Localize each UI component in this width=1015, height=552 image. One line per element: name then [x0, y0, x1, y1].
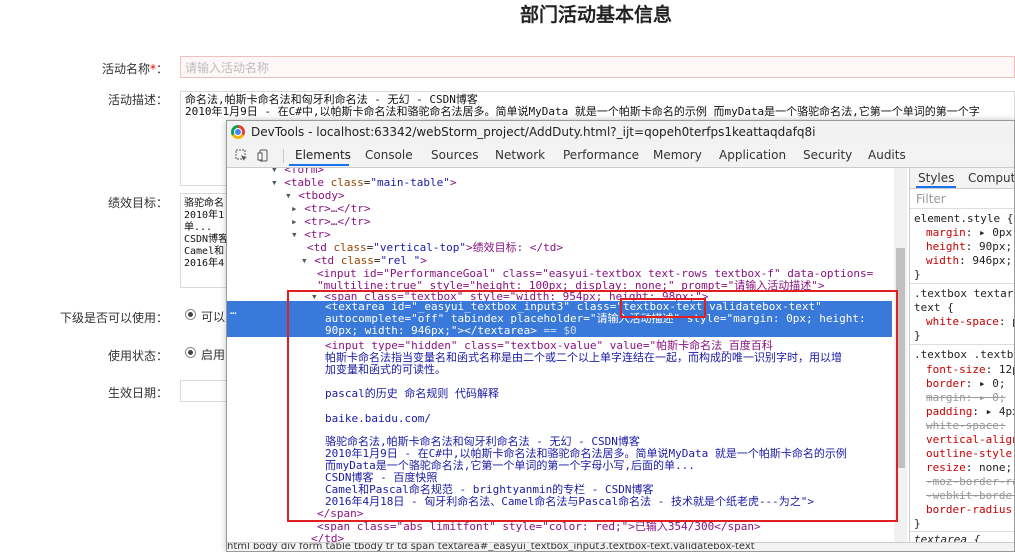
perf-line: 骆驼命名 [184, 198, 224, 209]
style-declaration[interactable]: width: 946px; [926, 254, 1012, 267]
divider [910, 344, 1014, 345]
tab-elements[interactable]: Elements [295, 148, 351, 162]
style-declaration[interactable]: border-radius [926, 503, 1012, 516]
status-radio[interactable] [185, 347, 196, 358]
style-declaration[interactable]: border: ▸ 0; [926, 377, 1006, 390]
style-declaration[interactable]: padding: ▸ 4px; [926, 405, 1014, 418]
dom-node[interactable]: ▸ <tr>…</tr> [291, 203, 370, 215]
effective-date-label: 生效日期： [107, 386, 168, 400]
perf-line: 2016年4 [184, 258, 225, 269]
more-options-icon[interactable]: … [230, 304, 237, 317]
style-rule-close: } [914, 329, 921, 342]
tab-computed[interactable]: Computed [968, 171, 1014, 185]
desc-line: 2010年1月9日 - 在C#中,以帕斯卡命名法和骆驼命名法居多。简单说MyDa… [185, 105, 980, 118]
style-declaration[interactable]: margin: ▸ 0px; [926, 226, 1014, 239]
styles-filter-input[interactable]: Filter [916, 192, 946, 206]
tab-network[interactable]: Network [495, 148, 545, 162]
status-option: 启用 [201, 348, 226, 362]
style-rule-selector: element.style { [914, 212, 1014, 225]
style-rule-selector: .textbox textarea [914, 287, 1014, 300]
page-title: 部门活动基本信息 [520, 4, 673, 26]
effective-date-input[interactable] [180, 380, 230, 402]
perf-line: 单... [184, 222, 213, 233]
toolbar-divider [283, 149, 284, 163]
annotation-box-large [287, 290, 898, 522]
styles-tabbar: Styles Computed [910, 168, 1014, 189]
devtools-title: DevTools - localhost:63342/webStorm_proj… [251, 125, 816, 139]
dom-node[interactable]: <td class="vertical-top">绩效目标: </td> [307, 242, 563, 254]
divider [910, 208, 1014, 209]
divider [910, 531, 1014, 532]
dom-node[interactable]: ▾ <tr> [291, 229, 331, 241]
tab-memory[interactable]: Memory [653, 148, 702, 162]
status-label: 使用状态： [107, 349, 168, 363]
perf-line: CSDN博客 [184, 234, 229, 245]
style-declaration-overridden[interactable]: -moz-border-ra [926, 475, 1014, 488]
lower-level-option: 可以 [201, 310, 226, 324]
lower-level-label: 下级是否可以使用： [59, 311, 168, 325]
dom-node[interactable]: ▸ <tr>…</tr> [291, 216, 370, 228]
style-declaration-overridden[interactable]: white-space: [926, 419, 1005, 432]
activity-name-placeholder: 请输入活动名称 [185, 61, 270, 75]
devtools-titlebar[interactable]: DevTools - localhost:63342/webStorm_proj… [227, 121, 1014, 146]
performance-goal-label: 绩效目标： [107, 196, 168, 210]
style-declaration[interactable]: height: 90px; [926, 240, 1012, 253]
activity-name-input[interactable]: 请输入活动名称 [180, 56, 1015, 78]
style-rule-close: } [914, 268, 921, 281]
performance-goal-textarea[interactable]: 骆驼命名 2010年1 单... CSDN博客 Camel和 2016年4 [180, 193, 230, 288]
perf-line: Camel和 [184, 246, 225, 257]
dom-breadcrumb[interactable]: html body div form table tbody tr td spa… [227, 542, 1014, 551]
style-declaration[interactable]: white-space: p [926, 315, 1014, 328]
dom-node[interactable]: <span class="abs limitfont" style="color… [317, 521, 761, 533]
style-rule-selector: text { [914, 301, 954, 314]
divider [910, 283, 1014, 284]
active-tab-indicator [289, 164, 349, 166]
chrome-icon [231, 125, 245, 139]
style-rule-close: } [914, 517, 921, 530]
styles-pane: Styles Computed Filter element.style { m… [909, 168, 1014, 544]
style-declaration[interactable]: resize: none; [926, 461, 1012, 474]
tab-sources[interactable]: Sources [431, 148, 478, 162]
active-styles-tab-indicator [916, 186, 956, 188]
inspect-element-icon[interactable] [235, 149, 248, 162]
tab-application[interactable]: Application [719, 148, 786, 162]
style-rule-selector: .textbox .textbox [914, 348, 1014, 361]
perf-line: 2010年1 [184, 210, 225, 221]
activity-name-label: 活动名称*： [101, 62, 168, 76]
device-toolbar-icon[interactable] [257, 149, 270, 162]
devtools-tabbar: Elements Console Sources Network Perform… [227, 145, 1014, 168]
tab-performance[interactable]: Performance [563, 148, 639, 162]
dom-node[interactable]: ▾ <tbody> [285, 190, 345, 202]
activity-desc-label: 活动描述： [107, 93, 168, 107]
dom-node[interactable]: ▾ <table class="main-table"> [271, 177, 456, 189]
tab-styles[interactable]: Styles [918, 171, 954, 185]
tab-security[interactable]: Security [803, 148, 852, 162]
style-declaration[interactable]: outline-style [926, 447, 1012, 460]
dom-node[interactable]: ▾ <td class="rel "> [301, 255, 427, 267]
lower-level-radio[interactable] [185, 309, 196, 320]
tab-console[interactable]: Console [365, 148, 413, 162]
tab-audits[interactable]: Audits [868, 148, 906, 162]
dom-node[interactable]: ▾ <form> [271, 168, 324, 176]
style-declaration[interactable]: vertical-align [926, 433, 1014, 446]
style-declaration-overridden[interactable]: -webkit-border [926, 489, 1014, 502]
style-declaration[interactable]: font-size: 12p [926, 363, 1014, 376]
style-declaration-overridden[interactable]: margin: ▸ 0; [926, 391, 1005, 404]
annotation-box-textbox-text [620, 298, 706, 318]
